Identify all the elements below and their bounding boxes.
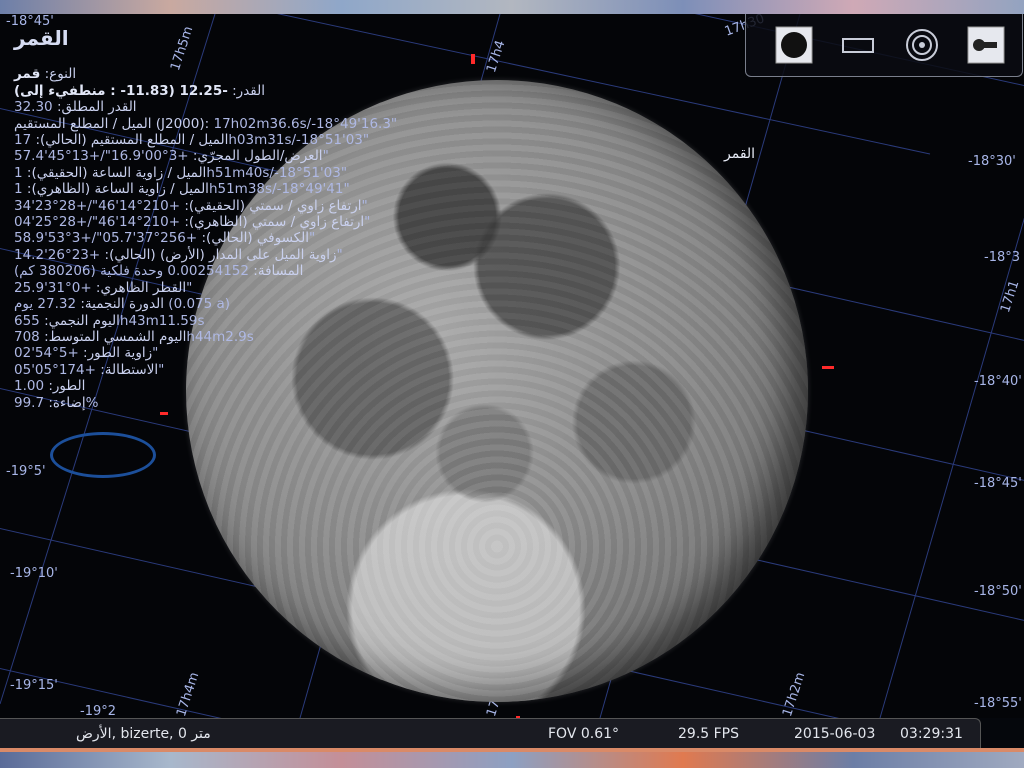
toolbar-panel xyxy=(745,14,1023,77)
grid-label: -19°10' xyxy=(10,566,58,581)
grid-label: -18°30' xyxy=(968,154,1016,169)
info-row: ارتفاع زاوي / سمتي (الحقيقي): +210°14'46… xyxy=(14,198,534,214)
info-row: اليوم النجمي: 655h43m11.59s xyxy=(14,313,534,329)
info-key: ارتفاع زاوي / سمتي (الظاهري): xyxy=(184,214,365,231)
info-row: العرض/الطول المجرّي: +3°00'16.9"/+13°45'… xyxy=(14,148,534,164)
info-value: -12.25 (11.83- : منطفيء إلى) xyxy=(14,82,228,99)
info-key: الاستطالة: xyxy=(100,361,159,378)
status-fps: 29.5 FPS xyxy=(678,726,740,742)
rectangle-icon xyxy=(842,38,874,53)
object-info-panel: القمر النوع: قمر القدر: -12.25 (11.83- : … xyxy=(14,26,534,411)
info-row: القدر: -12.25 (11.83- : منطفيء إلى) xyxy=(14,83,534,99)
info-row: الميل / زاوية الساعة (الحقيقي): 1h51m40s… xyxy=(14,165,534,181)
info-row: النوع: قمر xyxy=(14,66,534,82)
info-row: الميل / المطلع المستقيم (J2000): 17h02m3… xyxy=(14,116,534,132)
info-row: إضاءة: 99.7% xyxy=(14,395,534,411)
grid-label: -19°5' xyxy=(6,464,46,479)
info-key: إضاءة: xyxy=(48,394,86,411)
info-row: الطور: 1.00 xyxy=(14,378,534,394)
info-key: زاوية الميل على المدار (الأرض) (الحالي): xyxy=(104,246,337,263)
info-row: الميل / المطلع المستقيم (الحالي): 17h03m… xyxy=(14,132,534,148)
info-row: اليوم الشمسي المتوسط: 708h44m2.9s xyxy=(14,329,534,345)
status-fov: FOV 0.61° xyxy=(548,726,620,742)
info-row: الكسوفي (الحالي): +256°37'05.7"/+3°53'58… xyxy=(14,230,534,246)
rectangle-button[interactable] xyxy=(838,26,878,64)
info-value: 1.00 xyxy=(14,378,45,395)
info-row: المسافة: 0.00254152 وحدة فلكية (380206 ك… xyxy=(14,263,534,279)
status-date: 2015-06-03 xyxy=(794,726,876,742)
info-key: القدر المطلق: xyxy=(56,99,137,116)
info-key: الميل / زاوية الساعة (الظاهري): xyxy=(26,181,209,198)
desktop-taskbar-strip xyxy=(0,748,1024,768)
info-value: 0.00254152 وحدة فلكية (380206 كم) xyxy=(14,263,249,280)
info-value: قمر xyxy=(14,66,41,83)
grid-label: -18°50' xyxy=(974,584,1022,599)
settings-icon xyxy=(967,26,1005,64)
info-key: المسافة: xyxy=(253,263,304,280)
grid-label: -19°2 xyxy=(80,704,117,718)
moon-sky-label[interactable]: القمر xyxy=(724,146,755,162)
target-icon xyxy=(906,29,938,61)
info-row: الدورة النجمية: 27.32 يوم (0.075 a) xyxy=(14,296,534,312)
info-key: الكسوفي (الحالي): xyxy=(201,230,309,247)
illumination-highlight-ring xyxy=(50,432,156,478)
info-key: الميل / المطلع المستقيم (الحالي): xyxy=(35,132,229,149)
info-key: الدورة النجمية: xyxy=(80,296,165,313)
info-value: 32.30 xyxy=(14,99,53,116)
info-key: النوع: xyxy=(44,66,77,83)
info-key: القطر الظاهري: xyxy=(95,279,187,296)
info-row: ارتفاع زاوي / سمتي (الظاهري): +210°14'46… xyxy=(14,214,534,230)
target-button[interactable] xyxy=(902,26,942,64)
info-key: العرض/الطول المجرّي: xyxy=(192,148,323,165)
grid-label: -18°3 xyxy=(984,250,1021,265)
red-marker xyxy=(822,366,834,369)
status-bar: الأرض, bizerte, 0 متر FOV 0.61° 29.5 FPS… xyxy=(0,718,981,749)
info-row: القدر المطلق: 32.30 xyxy=(14,99,534,115)
grid-label: -18°55' xyxy=(974,696,1022,711)
grid-label: -18°40' xyxy=(974,374,1022,389)
info-key: ارتفاع زاوي / سمتي (الحقيقي): xyxy=(184,197,362,214)
grid-line-ra-4 xyxy=(879,217,1024,718)
info-key: الميل / زاوية الساعة (الحقيقي): xyxy=(26,164,207,181)
info-row: زاوية الطور: +5°54'02" xyxy=(14,345,534,361)
settings-button[interactable] xyxy=(966,26,1006,64)
grid-label: -19°15' xyxy=(10,678,58,693)
info-row: القطر الظاهري: +0°31'25.9" xyxy=(14,280,534,296)
moon-phase-button[interactable] xyxy=(774,26,814,64)
info-key: زاوية الطور: xyxy=(83,345,153,362)
object-title: القمر xyxy=(14,26,69,50)
info-row: الميل / زاوية الساعة (الظاهري): 1h51m38s… xyxy=(14,181,534,197)
info-key: اليوم النجمي: xyxy=(44,312,120,329)
info-row: الاستطالة: +174°05'05" xyxy=(14,362,534,378)
desktop-top-strip xyxy=(0,0,1024,14)
info-key: الميل / المطلع المستقيم (J2000): xyxy=(14,115,210,132)
info-key: الطور: xyxy=(48,378,86,395)
status-location[interactable]: الأرض, bizerte, 0 متر xyxy=(76,726,211,742)
info-row: زاوية الميل على المدار (الأرض) (الحالي):… xyxy=(14,247,534,263)
info-key: القدر: xyxy=(232,82,265,99)
info-key: اليوم الشمسي المتوسط: xyxy=(44,328,187,345)
moon-phase-icon xyxy=(775,26,813,64)
info-rows: النوع: قمر القدر: -12.25 (11.83- : منطفيء… xyxy=(14,66,534,411)
info-value: 17h02m36.6s/-18°49'16.3" xyxy=(213,115,398,132)
red-marker xyxy=(160,412,168,415)
status-time: 03:29:31 xyxy=(900,726,963,742)
grid-label: -18°45' xyxy=(974,476,1022,491)
